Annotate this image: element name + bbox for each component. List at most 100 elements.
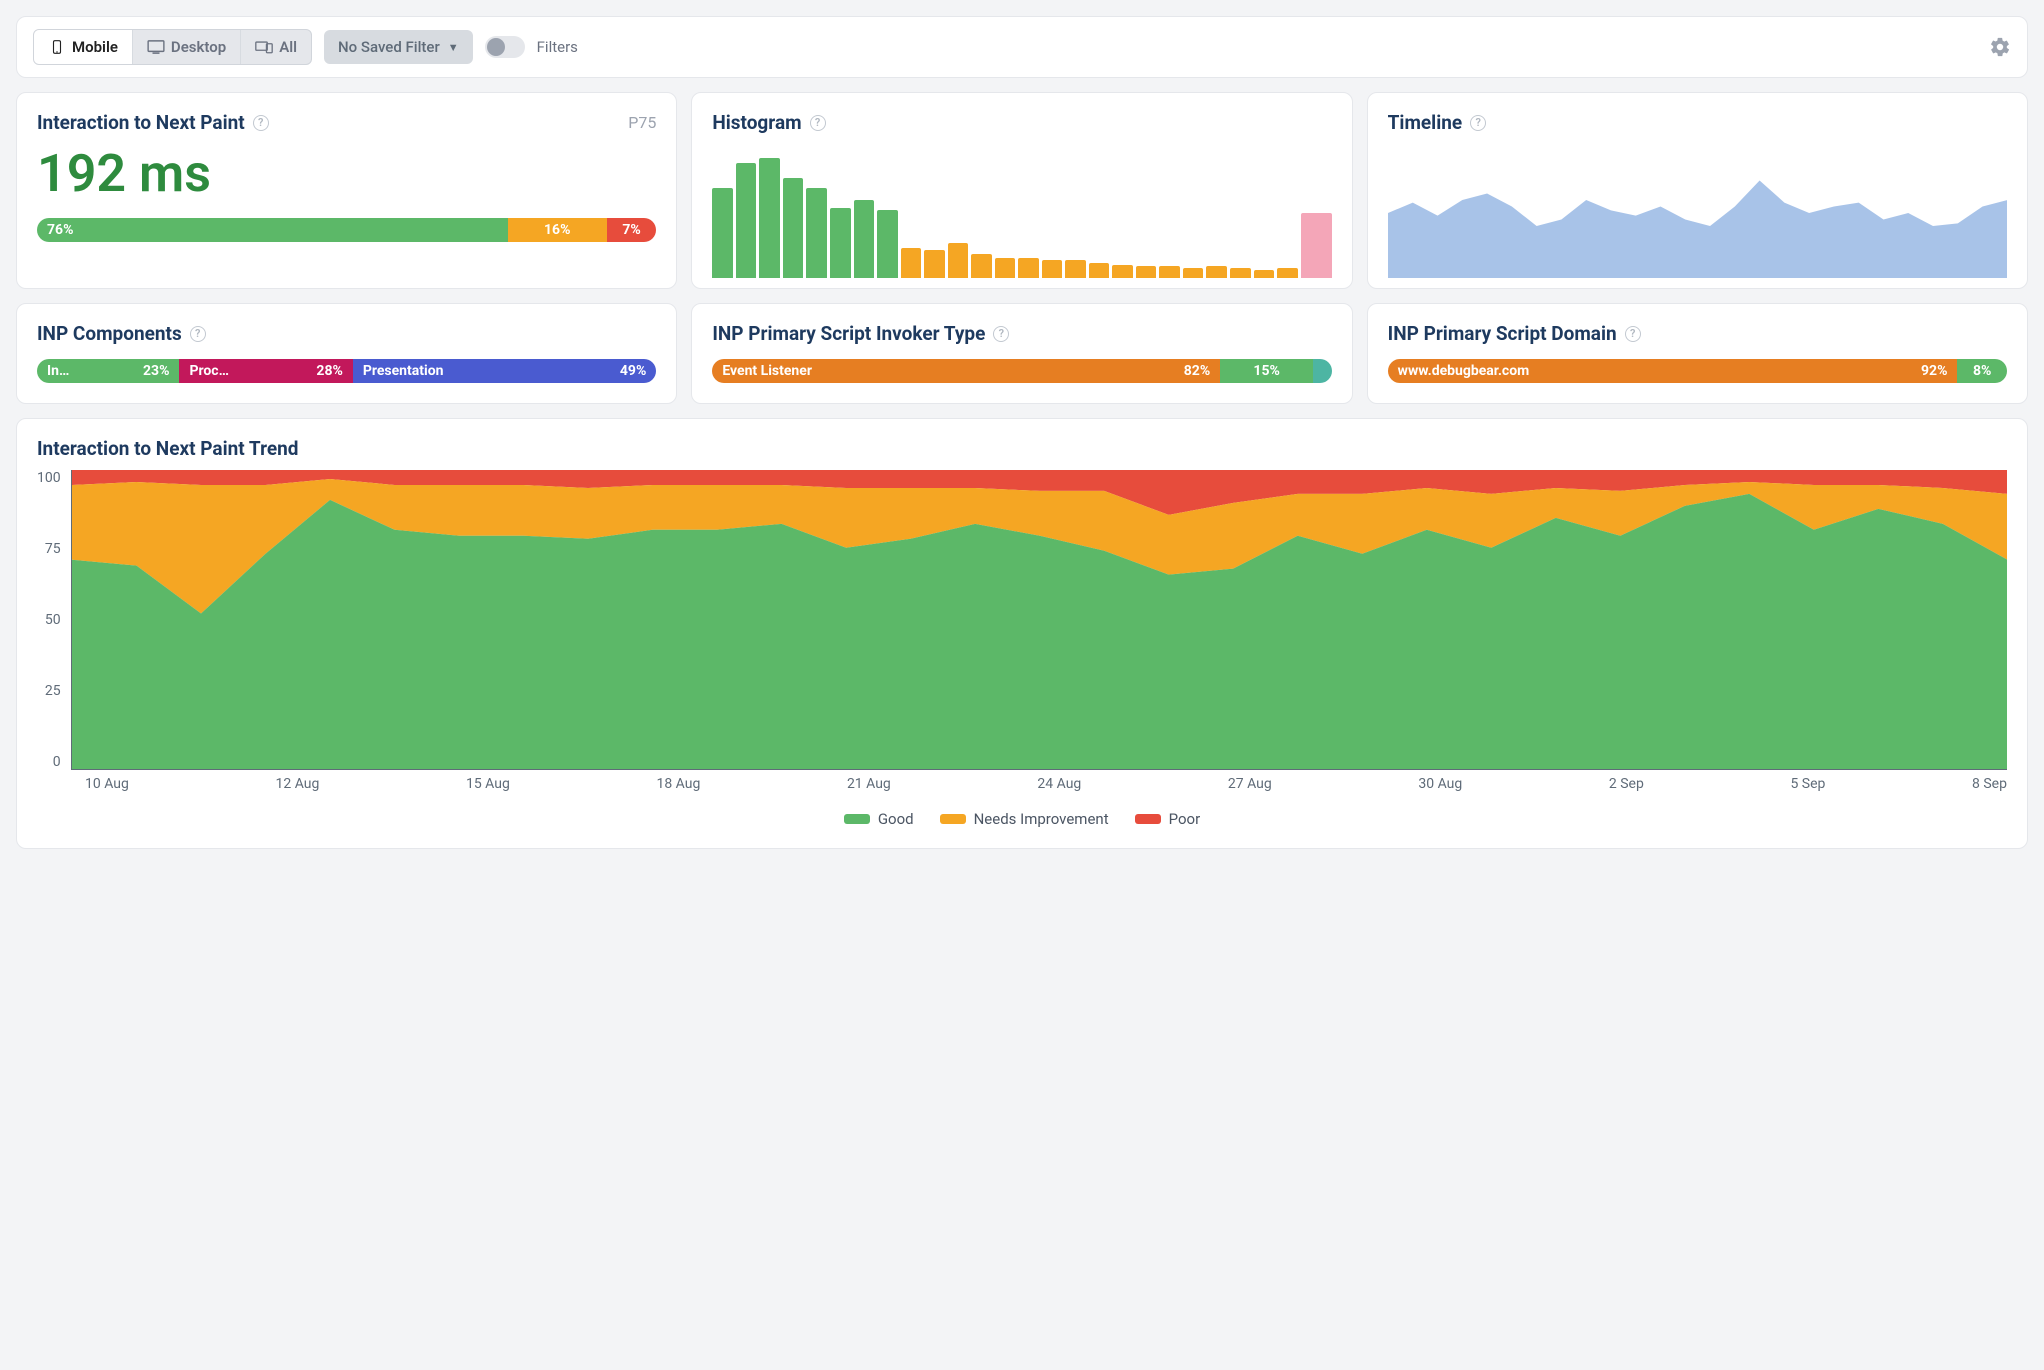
metric-percentile-label: P75	[628, 113, 656, 132]
dist-good: 76%	[37, 218, 508, 242]
legend-swatch	[844, 814, 870, 824]
x-tick: 2 Sep	[1609, 776, 1644, 792]
bar-segment-pct: 28%	[316, 363, 342, 379]
bar-segment: www.debugbear.com92%	[1388, 359, 1958, 383]
tab-all[interactable]: All	[241, 30, 311, 64]
invoker-bar: Event Listener82%15%	[712, 359, 1331, 383]
timeline-area	[1388, 181, 2007, 279]
bar-segment: 15%	[1220, 359, 1313, 383]
x-tick: 18 Aug	[656, 776, 700, 792]
bar-segment: 8%	[1957, 359, 2007, 383]
histogram-bar	[736, 163, 757, 278]
bar-segment-pct: 15%	[1253, 363, 1279, 379]
histogram-bar	[1183, 268, 1204, 278]
card-title: INP Primary Script Domain	[1388, 322, 1617, 345]
devices-icon	[255, 40, 273, 54]
histogram-bar	[854, 200, 875, 278]
y-tick: 50	[45, 612, 61, 628]
histogram-bar	[1042, 260, 1063, 278]
y-tick: 75	[45, 541, 61, 557]
x-tick: 12 Aug	[275, 776, 319, 792]
legend-item: Poor	[1135, 810, 1201, 828]
card-title: Timeline	[1388, 111, 1463, 134]
card-histogram: Histogram ?	[691, 92, 1352, 289]
legend-item: Needs Improvement	[940, 810, 1109, 828]
histogram-bar	[924, 250, 945, 278]
tab-label: All	[279, 38, 297, 56]
dist-poor: 7%	[607, 218, 657, 242]
trend-y-axis: 100 75 50 25 0	[37, 470, 71, 770]
histogram-bar	[1301, 213, 1332, 278]
x-tick: 5 Sep	[1790, 776, 1825, 792]
x-tick: 27 Aug	[1228, 776, 1272, 792]
bar-segment-label: Presentation	[363, 363, 444, 379]
histogram-bar	[1112, 265, 1133, 278]
legend-label: Good	[878, 810, 914, 828]
inp-distribution-bar: 76% 16% 7%	[37, 218, 656, 242]
card-title: INP Components	[37, 322, 182, 345]
y-tick: 0	[53, 754, 61, 770]
cards-grid-row1: Interaction to Next Paint ? P75 192 ms 7…	[16, 92, 2028, 289]
trend-x-axis: 10 Aug12 Aug15 Aug18 Aug21 Aug24 Aug27 A…	[85, 776, 2007, 792]
help-icon[interactable]: ?	[190, 326, 206, 342]
histogram-bar	[806, 188, 827, 278]
tab-label: Mobile	[72, 38, 118, 56]
histogram-bar	[783, 178, 804, 278]
histogram-bar	[712, 188, 733, 278]
bar-segment: In…23%	[37, 359, 179, 383]
x-tick: 8 Sep	[1972, 776, 2007, 792]
device-segment: Mobile Desktop All	[33, 29, 312, 65]
bar-segment	[1313, 359, 1332, 383]
histogram-bar	[995, 258, 1016, 278]
saved-filter-label: No Saved Filter	[338, 38, 440, 56]
bar-segment-pct: 82%	[1184, 363, 1210, 379]
dist-poor-pct: 7%	[622, 222, 640, 238]
histogram-bar	[1230, 268, 1251, 278]
help-icon[interactable]: ?	[253, 115, 269, 131]
histogram-bars	[712, 148, 1331, 278]
tab-label: Desktop	[171, 38, 226, 56]
card-inp-trend: Interaction to Next Paint Trend 10075502…	[16, 418, 2028, 849]
dist-good-pct: 76%	[47, 222, 73, 238]
help-icon[interactable]: ?	[1625, 326, 1641, 342]
bar-segment-label: Proc…	[189, 363, 229, 379]
tab-desktop[interactable]: Desktop	[133, 30, 241, 64]
cards-grid-row2: INP Components ? In…23% Proc… 28% Presentat…	[16, 303, 2028, 404]
help-icon[interactable]: ?	[993, 326, 1009, 342]
x-tick: 21 Aug	[847, 776, 891, 792]
tab-mobile[interactable]: Mobile	[34, 30, 133, 64]
y-tick: 100	[37, 470, 61, 486]
filters-switch[interactable]	[485, 36, 525, 58]
card-inp-domain: INP Primary Script Domain ? www.debugbea…	[1367, 303, 2028, 404]
card-title: INP Primary Script Invoker Type	[712, 322, 985, 345]
timeline-sparkline	[1388, 148, 2007, 278]
card-title: Histogram	[712, 111, 801, 134]
y-tick: 25	[45, 683, 61, 699]
x-tick: 10 Aug	[85, 776, 129, 792]
help-icon[interactable]: ?	[1470, 115, 1486, 131]
card-inp-invoker: INP Primary Script Invoker Type ? Event …	[691, 303, 1352, 404]
saved-filter-dropdown[interactable]: No Saved Filter ▼	[324, 30, 473, 64]
histogram-bar	[830, 208, 851, 278]
bar-segment-pct: 8%	[1973, 363, 1991, 379]
settings-gear-icon[interactable]	[1989, 36, 2011, 58]
card-inp-components: INP Components ? In…23% Proc… 28% Presentat…	[16, 303, 677, 404]
card-title: Interaction to Next Paint	[37, 111, 245, 134]
switch-knob	[487, 38, 505, 56]
dist-needs-pct: 16%	[544, 222, 570, 238]
help-icon[interactable]: ?	[810, 115, 826, 131]
histogram-bar	[877, 210, 898, 278]
legend-label: Poor	[1169, 810, 1201, 828]
histogram-bar	[1206, 266, 1227, 278]
legend-swatch	[940, 814, 966, 824]
bar-segment-pct: 23%	[143, 363, 169, 379]
chevron-down-icon: ▼	[448, 42, 459, 53]
legend-label: Needs Improvement	[974, 810, 1109, 828]
histogram-bar	[1136, 266, 1157, 278]
dist-needs: 16%	[508, 218, 607, 242]
histogram-bar	[759, 158, 780, 278]
domain-bar: www.debugbear.com92% 8%	[1388, 359, 2007, 383]
bar-segment-pct: 92%	[1921, 363, 1947, 379]
card-timeline: Timeline ?	[1367, 92, 2028, 289]
histogram-bar	[901, 248, 922, 278]
